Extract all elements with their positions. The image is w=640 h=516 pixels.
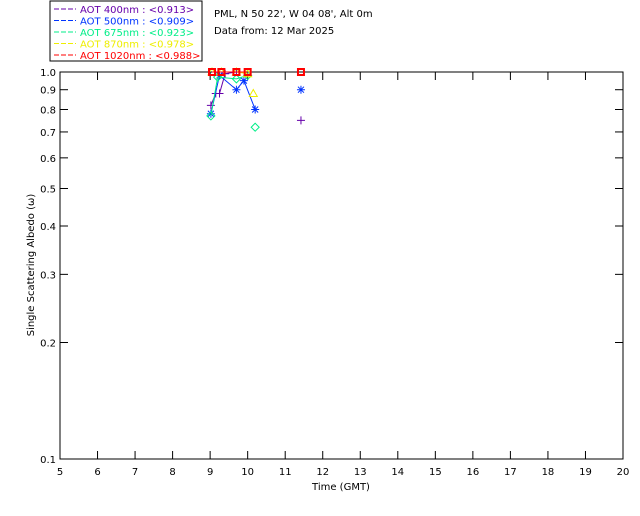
data-point-plus — [215, 89, 224, 98]
y-axis-label: Single Scattering Albedo (ω) — [26, 194, 37, 337]
y-tick-label: 0.6 — [40, 154, 56, 165]
x-tick-label: 8 — [169, 467, 175, 478]
y-tick-label: 0.1 — [40, 455, 56, 466]
y-tick-label: 0.5 — [40, 184, 56, 195]
y-tick-label: 0.9 — [40, 86, 56, 97]
x-axis-label: Time (GMT) — [311, 482, 370, 493]
data-point-diamond — [250, 122, 260, 132]
legend-entry: AOT 1020nm : <0.988> — [80, 51, 200, 62]
x-tick-label: 20 — [617, 467, 630, 478]
x-tick-label: 11 — [279, 467, 292, 478]
x-tick-label: 15 — [429, 467, 442, 478]
x-tick-label: 9 — [207, 467, 213, 478]
chart: AOT 400nm : <0.913>AOT 500nm : <0.909>AO… — [26, 0, 630, 493]
plot-frame — [59, 71, 624, 460]
x-tick-label: 14 — [391, 467, 404, 478]
x-tick-label: 17 — [504, 467, 517, 478]
x-tick-label: 12 — [316, 467, 329, 478]
y-tick-label: 0.7 — [40, 128, 56, 139]
y-tick-label: 1.0 — [40, 68, 56, 79]
legend-entry: AOT 675nm : <0.923> — [80, 28, 194, 39]
site-label: PML, N 50 22', W 04 08', Alt 0m — [214, 9, 373, 20]
y-tick-label: 0.2 — [40, 339, 56, 350]
series-line — [210, 74, 248, 117]
x-tick-label: 10 — [241, 467, 254, 478]
date-label: Data from: 12 Mar 2025 — [214, 26, 334, 37]
x-tick-label: 16 — [466, 467, 479, 478]
data-point-star — [251, 105, 260, 114]
data-point-plus — [296, 116, 305, 125]
legend-entry: AOT 870nm : <0.978> — [80, 40, 194, 51]
legend-entry: AOT 400nm : <0.913> — [80, 5, 194, 16]
y-tick-label: 0.8 — [40, 106, 56, 117]
x-tick-label: 6 — [94, 467, 100, 478]
data-point-star — [232, 85, 241, 94]
x-tick-label: 18 — [542, 467, 555, 478]
x-tick-label: 13 — [354, 467, 367, 478]
data-point-star — [296, 85, 305, 94]
y-tick-label: 0.4 — [40, 222, 56, 233]
y-tick-label: 0.3 — [40, 270, 56, 281]
x-tick-label: 19 — [579, 467, 592, 478]
data-point-triangle — [248, 88, 259, 97]
x-tick-label: 7 — [132, 467, 138, 478]
x-tick-label: 5 — [57, 467, 63, 478]
legend-entry: AOT 500nm : <0.909> — [80, 17, 194, 28]
